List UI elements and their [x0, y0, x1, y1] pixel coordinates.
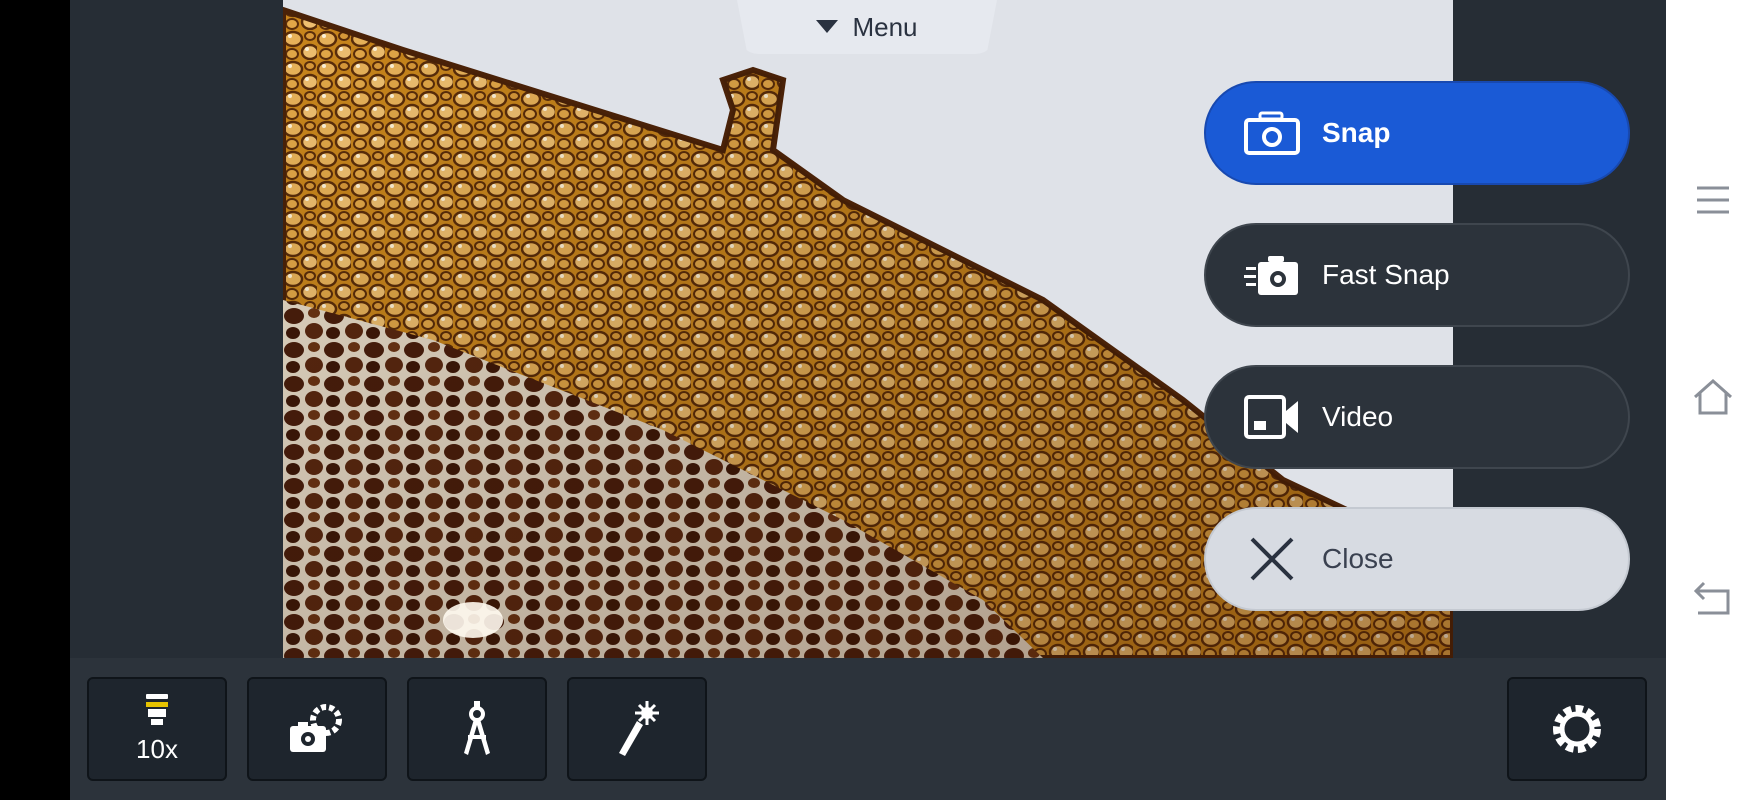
snap-button[interactable]: Snap [1204, 81, 1630, 185]
fast-snap-label: Fast Snap [1322, 259, 1450, 290]
video-button[interactable]: Video [1204, 365, 1630, 469]
system-menu-button[interactable] [1688, 175, 1738, 225]
video-camera-icon [1242, 393, 1302, 441]
light-wand-icon [619, 701, 659, 756]
gear-icon [1553, 705, 1601, 753]
system-home-button[interactable] [1688, 372, 1738, 422]
camera-icon [1242, 109, 1302, 157]
menu-label: Menu [852, 11, 918, 42]
measure-button[interactable] [407, 677, 547, 781]
camera-gear-icon [290, 704, 342, 752]
objective-button[interactable]: 10x [87, 677, 227, 781]
caret-down-icon [816, 20, 839, 33]
close-button[interactable]: Close [1204, 507, 1630, 611]
video-label: Video [1322, 401, 1394, 432]
illumination-button[interactable] [567, 677, 707, 781]
fast-camera-icon [1242, 251, 1302, 299]
snap-label: Snap [1322, 117, 1391, 148]
menu-toggle[interactable]: Menu [737, 0, 997, 54]
home-icon [1694, 379, 1732, 415]
hamburger-icon [1697, 186, 1729, 214]
close-icon [1242, 535, 1302, 583]
left-bezel [0, 0, 70, 800]
objective-lens-icon [146, 693, 168, 725]
close-label: Close [1322, 543, 1394, 574]
system-back-button[interactable] [1688, 573, 1738, 623]
fast-snap-button[interactable]: Fast Snap [1204, 223, 1630, 327]
back-icon [1694, 581, 1730, 615]
settings-button[interactable] [1507, 677, 1647, 781]
system-nav-bar [1666, 0, 1760, 800]
camera-settings-button[interactable] [247, 677, 387, 781]
objective-label: 10x [136, 733, 178, 764]
compass-icon [464, 701, 490, 755]
